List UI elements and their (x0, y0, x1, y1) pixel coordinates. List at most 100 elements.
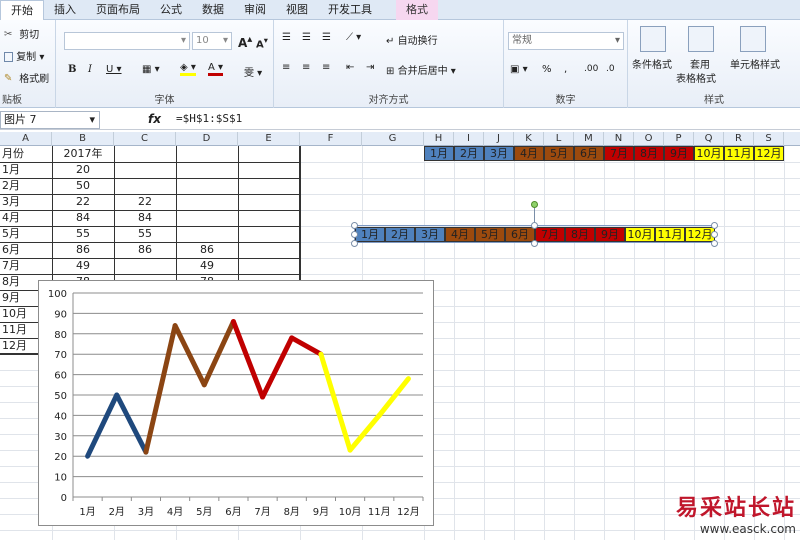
borders-icon[interactable]: ▦ ▾ (142, 64, 160, 75)
tab-view[interactable]: 视图 (276, 0, 318, 20)
rotate-handle[interactable] (531, 201, 538, 208)
column-header-e[interactable]: E (238, 132, 300, 146)
font-name-combo[interactable]: ▾ (64, 32, 190, 50)
cell-style-button[interactable]: 单元格样式 (730, 56, 780, 71)
tab-data[interactable]: 数据 (192, 0, 234, 20)
increase-decimal-icon[interactable]: .00 (584, 64, 598, 74)
column-header-q[interactable]: Q (694, 132, 724, 146)
month-cell[interactable]: 4月 (514, 146, 544, 161)
month-cell[interactable]: 10月 (694, 146, 724, 161)
tab-page-layout[interactable]: 页面布局 (86, 0, 150, 20)
column-header-g[interactable]: G (362, 132, 424, 146)
line-chart[interactable]: 0 10 20 30 40 50 60 70 80 90 100 1月 2月 3月 4月 5月 6月 7月 8月 9月… (38, 280, 434, 526)
grow-font-icon[interactable]: A▴ (238, 34, 252, 50)
indent-decrease-icon[interactable]: ⇤ (346, 62, 354, 73)
month-cell[interactable]: 1月 (424, 146, 454, 161)
align-bottom-icon[interactable]: ☰ (322, 32, 331, 43)
ribbon-tabs: 开始 插入 页面布局 公式 数据 审阅 视图 开发工具 格式 (0, 0, 800, 20)
wrap-text-label: 自动换行 (397, 36, 438, 47)
column-header-s[interactable]: S (754, 132, 784, 146)
copy-button[interactable]: 复制 ▾ (4, 48, 44, 63)
month-cell[interactable]: 12月 (754, 146, 784, 161)
indent-increase-icon[interactable]: ⇥ (366, 62, 374, 73)
align-right-icon[interactable]: ≡ (322, 62, 330, 73)
font-size-combo[interactable]: 10 ▾ (192, 32, 232, 50)
align-left-icon[interactable]: ≡ (282, 62, 290, 73)
column-header-n[interactable]: N (604, 132, 634, 146)
column-header-a[interactable]: A (0, 132, 52, 146)
comma-icon[interactable]: , (564, 64, 567, 75)
percent-icon[interactable]: % (542, 64, 552, 75)
cell-style-icon[interactable] (740, 26, 766, 52)
tab-format[interactable]: 格式 (396, 0, 438, 20)
underline-icon[interactable]: U ▾ (106, 64, 122, 75)
column-header-l[interactable]: L (544, 132, 574, 146)
month-cell[interactable]: 6月 (574, 146, 604, 161)
align-top-icon[interactable]: ☰ (282, 32, 291, 43)
cut-button[interactable]: ✂ 剪切 (4, 26, 39, 41)
column-header-k[interactable]: K (514, 132, 544, 146)
shrink-font-icon[interactable]: A▾ (256, 35, 268, 50)
resize-handle[interactable] (711, 222, 718, 229)
column-header-o[interactable]: O (634, 132, 664, 146)
month-cell[interactable]: 9月 (664, 146, 694, 161)
ribbon: ✂ 剪切 复制 ▾ ✎ 格式刷 贴板 ▾ 10 ▾ A▴ A▾ B I U ▾ ▦… (0, 20, 800, 108)
resize-handle[interactable] (711, 231, 718, 238)
table-format-icon[interactable] (688, 26, 714, 52)
gridline-vertical (574, 146, 575, 540)
month-cell[interactable]: 5月 (544, 146, 574, 161)
column-header-d[interactable]: D (176, 132, 238, 146)
font-group: ▾ 10 ▾ A▴ A▾ B I U ▾ ▦ ▾ ◈ ▾ A ▾ 雯 ▾ 字体 (56, 20, 274, 108)
resize-handle[interactable] (351, 240, 358, 247)
column-header-m[interactable]: M (574, 132, 604, 146)
resize-handle[interactable] (531, 222, 538, 229)
column-header-c[interactable]: C (114, 132, 176, 146)
column-header-r[interactable]: R (724, 132, 754, 146)
conditional-format-button[interactable]: 条件格式 (632, 56, 672, 71)
month-cell[interactable]: 11月 (724, 146, 754, 161)
column-header-f[interactable]: F (300, 132, 362, 146)
conditional-format-icon[interactable] (640, 26, 666, 52)
format-painter-button[interactable]: ✎ 格式刷 (4, 70, 49, 85)
brush-icon: ✎ (4, 73, 13, 84)
column-header-p[interactable]: P (664, 132, 694, 146)
linked-picture[interactable]: 1月 2月 3月 4月 5月 6月 7月 8月 9月 10月 11月 12月 (351, 201, 718, 247)
fx-icon[interactable]: fx (148, 112, 161, 126)
formula-input[interactable]: =$H$1:$S$1 (176, 112, 242, 125)
resize-handle[interactable] (351, 222, 358, 229)
column-header-h[interactable]: H (424, 132, 454, 146)
fill-color-icon[interactable]: ◈ ▾ (180, 62, 196, 76)
wrap-text-button[interactable]: ↵ 自动换行 (386, 32, 438, 47)
align-middle-icon[interactable]: ☰ (302, 32, 311, 43)
phonetic-icon[interactable]: 雯 ▾ (244, 64, 262, 79)
tab-review[interactable]: 审阅 (234, 0, 276, 20)
number-format-combo[interactable]: 常规 ▾ (508, 32, 624, 50)
table-format-top-label[interactable]: 套用 (690, 56, 710, 71)
y-tick-label: 10 (54, 473, 67, 484)
resize-handle[interactable] (351, 231, 358, 238)
italic-icon[interactable]: I (88, 64, 92, 75)
table-format-bottom-label[interactable]: 表格格式 (676, 70, 716, 85)
bold-icon[interactable]: B (68, 64, 76, 75)
month-cell[interactable]: 7月 (604, 146, 634, 161)
decrease-decimal-icon[interactable]: .0 (606, 64, 615, 74)
font-color-icon[interactable]: A ▾ (208, 62, 224, 76)
month-cell[interactable]: 8月 (634, 146, 664, 161)
resize-handle[interactable] (711, 240, 718, 247)
merge-center-button[interactable]: ⊞ 合并后居中 ▾ (386, 62, 456, 77)
line-segment (85, 392, 120, 459)
column-header-i[interactable]: I (454, 132, 484, 146)
tab-insert[interactable]: 插入 (44, 0, 86, 20)
align-center-icon[interactable]: ≡ (302, 62, 310, 73)
resize-handle[interactable] (531, 240, 538, 247)
name-box[interactable]: 图片 7 ▾ (0, 111, 100, 129)
column-header-b[interactable]: B (52, 132, 114, 146)
tab-developer[interactable]: 开发工具 (318, 0, 382, 20)
currency-icon[interactable]: ▣ ▾ (510, 64, 528, 75)
orientation-icon[interactable]: ⟋ ▾ (346, 32, 361, 43)
month-cell[interactable]: 2月 (454, 146, 484, 161)
column-header-j[interactable]: J (484, 132, 514, 146)
tab-formulas[interactable]: 公式 (150, 0, 192, 20)
month-cell[interactable]: 3月 (484, 146, 514, 161)
tab-home[interactable]: 开始 (0, 0, 44, 20)
